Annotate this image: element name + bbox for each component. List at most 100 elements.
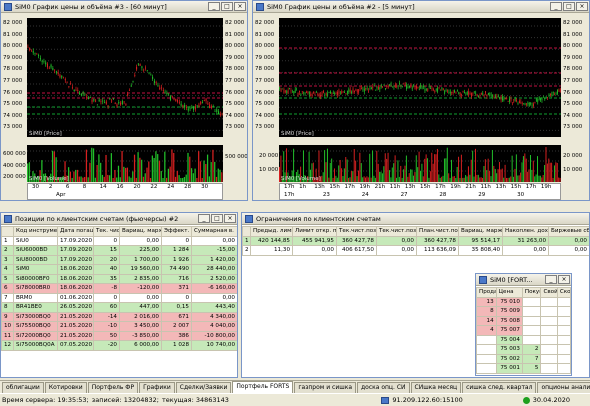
positions-table[interactable]: Код инструментаДата погаш.Тек. чистая по… (1, 226, 237, 351)
chart1-price-tick-right: 82 000 (225, 20, 245, 26)
candle (432, 88, 434, 90)
chart-window-60min[interactable]: SiM0 График цены и объёма #3 - [60 минут… (0, 0, 248, 201)
orderbook-row[interactable]: 13 75 010 (476, 296, 571, 307)
workspace-tab[interactable]: Графики (139, 382, 175, 393)
column-header[interactable]: Цена (495, 287, 523, 298)
record-count: записей: 13204832; (91, 396, 159, 404)
workspace-tab[interactable]: Портфель FORTS (232, 381, 294, 393)
column-header[interactable]: Лимит откр. п. (292, 226, 337, 237)
table-row[interactable]: 1 420 144,85 455 941,95 360 427,78 0,00 360 4… (242, 235, 589, 246)
maximize-button[interactable]: □ (563, 2, 575, 11)
column-header[interactable]: Код инструмента (13, 226, 58, 237)
volume-bar (366, 176, 368, 182)
positions-titlebar[interactable]: Позиции по клиентским счетам (фьючерсы) … (1, 213, 237, 225)
workspace-tab[interactable]: Портфель ФР (87, 382, 139, 393)
orderbook-row[interactable]: 75 003 2 (476, 344, 571, 355)
chart1-price-pane[interactable] (27, 18, 223, 137)
orderbook-row[interactable]: 75 004 (476, 334, 571, 345)
column-header[interactable]: Продаж (476, 287, 497, 298)
candle (210, 106, 212, 109)
column-header[interactable]: Тек.чист.поз. ( (376, 226, 417, 237)
workspace-tab[interactable]: Котировки (44, 382, 87, 393)
limits-titlebar[interactable]: Ограничения по клиентским счетам (242, 213, 589, 225)
orderbook-row[interactable]: 8 75 009 (476, 306, 571, 317)
volume-bar (333, 168, 335, 182)
column-header[interactable]: Биржевые сб. (548, 226, 589, 237)
workspace-tab[interactable]: Сделки/Заявки (175, 382, 232, 393)
volume-bar (125, 167, 127, 182)
minimize-button[interactable]: _ (208, 2, 220, 11)
chart2-titlebar[interactable]: SiM0 График цены и объёма #2 - [5 минут]… (253, 1, 589, 13)
chart1-titlebar[interactable]: SiM0 График цены и объёма #3 - [60 минут… (1, 1, 247, 13)
column-header[interactable]: Свой (540, 287, 558, 298)
column-header[interactable]: Тек.чист.поз. (336, 226, 377, 237)
table-row[interactable]: 10 Si75500BQ0 21.05.2020 -10 3 450,00 2 007 4 … (1, 321, 237, 332)
positions-window[interactable]: Позиции по клиентским счетам (фьючерсы) … (0, 212, 238, 378)
close-button[interactable]: × (558, 275, 570, 284)
column-header[interactable]: Тек. чистая поз. (93, 226, 120, 237)
column-header[interactable]: Предыд. лимит (250, 226, 293, 237)
volume-bar (517, 175, 519, 182)
table-row[interactable]: 8 BR41BE0 26.05.2020 60 447,00 0,15 443,40 (1, 302, 237, 313)
maximize-button[interactable]: □ (211, 214, 223, 223)
workspace-tab[interactable]: доска опц. СИ (357, 382, 410, 393)
column-header[interactable]: Покупка (521, 287, 542, 298)
workspace-tab[interactable]: газпром и сишка (294, 382, 357, 393)
table-row[interactable]: 9 Si73000BQ0 21.05.2020 -14 2 016,00 671 4 340… (1, 311, 237, 322)
chart1-time-axis: 30 2 6 8 14 16 20 22 24 28 30 Apr (27, 183, 223, 200)
table-cell: 0,00 (376, 245, 417, 256)
column-header[interactable]: Суммарная в. (191, 226, 237, 237)
close-button[interactable]: × (576, 2, 588, 11)
close-button[interactable]: × (234, 2, 246, 11)
workspace-tab[interactable]: облигации (2, 382, 44, 393)
column-header[interactable]: Накоплен. доход (502, 226, 549, 237)
table-row[interactable]: 12 Si75000BQ0A 07.05.2020 -20 6 000,00 1 028 1… (1, 340, 237, 351)
chart2-volume-pane[interactable] (279, 145, 561, 182)
table-cell: 420 144,85 (250, 235, 293, 246)
table-row[interactable]: 11 Si72000BQ0 21.05.2020 50 -3 850,00 386 -10 … (1, 330, 237, 341)
table-row[interactable]: 2 11,30 0,00 406 617,50 0,00 113 636,09 35 808… (242, 245, 589, 256)
volume-bar (484, 159, 486, 182)
orderbook-row[interactable]: 14 75 008 (476, 315, 571, 326)
maximize-button[interactable]: □ (221, 2, 233, 11)
column-header[interactable]: Ско (556, 287, 571, 298)
table-row[interactable]: 7 BRM0 01.06.2020 0 0,00 0 0,00 (1, 292, 237, 303)
table-row[interactable]: 2 SiU6000BD 17.09.2020 15 225,00 1 284 -15,00 (1, 245, 237, 256)
workspace-tab[interactable]: опционы анализ (537, 382, 590, 393)
chart2-vol-tick: 20 000 (259, 153, 279, 159)
volume-bar (153, 157, 155, 182)
candle (70, 83, 72, 84)
workspace-tab[interactable]: сишка след. квартал (462, 382, 537, 393)
chart-window-5min[interactable]: SiM0 График цены и объёма #2 - [5 минут]… (252, 0, 590, 201)
close-button[interactable]: × (224, 214, 236, 223)
candle (499, 97, 501, 99)
limits-table[interactable]: Предыд. лимитЛимит откр. п.Тек.чист.поз.… (242, 226, 589, 256)
column-header[interactable]: Вариац. маржа (458, 226, 503, 237)
orderbook-window[interactable]: SiM0 [FORT... _ × ПродажЦенаПокупкаСвойС… (475, 273, 572, 376)
orderbook-row[interactable]: 4 75 007 (476, 325, 571, 336)
candle (71, 87, 73, 89)
table-cell: 371 (161, 283, 192, 294)
workspace-tab[interactable]: СИшка месяц (410, 382, 462, 393)
orderbook-row[interactable]: 75 002 7 (476, 353, 571, 364)
orderbook-titlebar[interactable]: SiM0 [FORT... _ × (476, 274, 571, 286)
minimize-button[interactable]: _ (550, 2, 562, 11)
table-row[interactable]: 1 SiU0 17.09.2020 0 0,00 0 0,00 (1, 235, 237, 246)
column-header[interactable]: План.чист.поз. (416, 226, 459, 237)
table-row[interactable]: 4 SiM0 18.06.2020 40 19 560,00 74 490 28 440,0… (1, 264, 237, 275)
orderbook-table[interactable]: ПродажЦенаПокупкаСвойСко 1375 010875 009… (476, 287, 571, 374)
column-header[interactable]: Дата погаш. (57, 226, 94, 237)
minimize-button[interactable]: _ (545, 275, 557, 284)
chart-icon (4, 2, 12, 11)
chart2-price-pane[interactable] (279, 18, 561, 137)
volume-bar (169, 166, 171, 182)
orderbook-row[interactable]: 75 001 5 (476, 363, 571, 374)
candle (27, 46, 29, 48)
column-header[interactable]: Эффект. цена (161, 226, 192, 237)
table-row[interactable]: 3 SiU8000BD 17.09.2020 20 1 700,00 1 926 1 420… (1, 254, 237, 265)
column-header[interactable]: Вариац. маржа (119, 226, 162, 237)
minimize-button[interactable]: _ (198, 214, 210, 223)
table-row[interactable]: 6 Si78000BR0 18.06.2020 -8 -120,00 371 -6 160,… (1, 283, 237, 294)
table-row[interactable]: 5 Si80000BF0 18.06.2020 35 2 835,00 716 2 520,… (1, 273, 237, 284)
volume-bar (362, 177, 364, 182)
